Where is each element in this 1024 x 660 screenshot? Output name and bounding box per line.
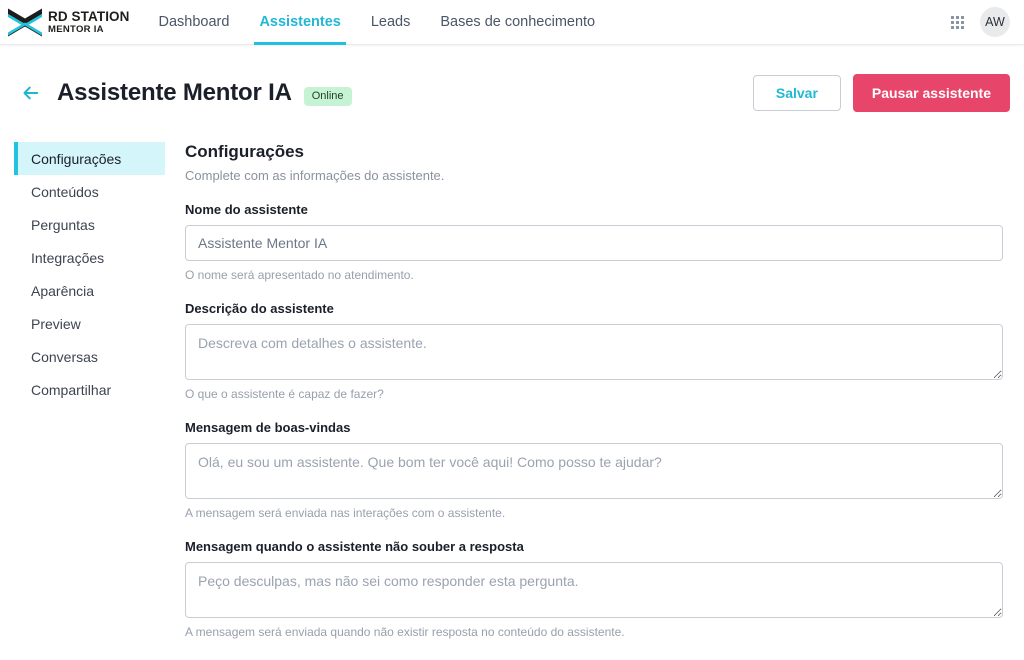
- field-label: Nome do assistente: [185, 202, 308, 217]
- section-subheading: Complete com as informações do assistent…: [185, 168, 445, 183]
- sidebar-item-configuracoes[interactable]: Configurações: [14, 142, 165, 175]
- field-mensagem-de-boas-vindas: Mensagem de boas-vindas A mensagem será …: [185, 420, 1003, 520]
- sidebar-item-label: Perguntas: [31, 216, 95, 233]
- nav-link-assistentes[interactable]: Assistentes: [244, 0, 355, 45]
- fallback-message-textarea[interactable]: [185, 562, 1003, 618]
- sidebar-item-label: Aparência: [31, 282, 95, 299]
- brand-logo[interactable]: RD STATION MENTOR IA: [0, 0, 144, 45]
- sidebar-item-preview[interactable]: Preview: [14, 307, 165, 340]
- field-label: Descrição do assistente: [185, 301, 334, 316]
- sidebar-item-compartilhar[interactable]: Compartilhar: [14, 373, 165, 406]
- page-header-actions: Salvar Pausar assistente: [752, 73, 1010, 112]
- nav-link-leads[interactable]: Leads: [356, 0, 426, 45]
- sidebar-item-perguntas[interactable]: Perguntas: [14, 208, 165, 241]
- sidebar-item-label: Conversas: [31, 348, 98, 365]
- arrow-left-icon: [23, 86, 39, 99]
- save-button[interactable]: Salvar: [752, 74, 841, 111]
- field-label: Mensagem quando o assistente não souber …: [185, 539, 524, 554]
- sidebar-item-label: Preview: [31, 315, 81, 332]
- nav-right-actions: AW: [951, 7, 1024, 37]
- sidebar-item-conteudos[interactable]: Conteúdos: [14, 175, 165, 208]
- brand-line-1: RD STATION: [48, 8, 130, 24]
- nav-link-bases-de-conhecimento[interactable]: Bases de conhecimento: [425, 0, 610, 45]
- sidebar-item-aparencia[interactable]: Aparência: [14, 274, 165, 307]
- field-hint: O que o assistente é capaz de fazer?: [185, 387, 384, 401]
- settings-sidebar: Configurações Conteúdos Perguntas Integr…: [0, 142, 165, 639]
- field-mensagem-sem-resposta: Mensagem quando o assistente não souber …: [185, 539, 1003, 639]
- page-title: Assistente Mentor IA: [57, 78, 292, 106]
- welcome-message-textarea[interactable]: [185, 443, 1003, 499]
- page-header: Assistente Mentor IA Online Salvar Pausa…: [0, 60, 1024, 125]
- field-label: Mensagem de boas-vindas: [185, 420, 351, 435]
- sidebar-item-conversas[interactable]: Conversas: [14, 340, 165, 373]
- brand-line-2: MENTOR IA: [48, 24, 104, 35]
- field-hint: O nome será apresentado no atendimento.: [185, 268, 414, 282]
- field-hint: A mensagem será enviada nas interações c…: [185, 506, 506, 520]
- rd-chevrons-logo-icon: [8, 8, 42, 37]
- field-hint: A mensagem será enviada quando não exist…: [185, 625, 625, 639]
- user-avatar[interactable]: AW: [980, 7, 1010, 37]
- field-descricao-do-assistente: Descrição do assistente O que o assisten…: [185, 301, 1003, 401]
- field-nome-do-assistente: Nome do assistente O nome será apresenta…: [185, 202, 1003, 282]
- top-navigation-bar: RD STATION MENTOR IA Dashboard Assistent…: [0, 0, 1024, 45]
- sidebar-item-label: Configurações: [31, 150, 122, 167]
- assistant-description-textarea[interactable]: [185, 324, 1003, 380]
- brand-wordmark: RD STATION MENTOR IA: [48, 8, 130, 35]
- app-grid-icon[interactable]: [951, 15, 964, 29]
- status-badge: Online: [303, 87, 352, 106]
- page-body: Configurações Conteúdos Perguntas Integr…: [0, 125, 1024, 639]
- back-button[interactable]: [18, 80, 44, 106]
- sidebar-item-label: Compartilhar: [31, 381, 112, 398]
- sidebar-item-label: Conteúdos: [31, 183, 99, 200]
- section-heading: Configurações: [185, 142, 305, 161]
- sidebar-item-label: Integrações: [31, 249, 105, 266]
- primary-nav-links: Dashboard Assistentes Leads Bases de con…: [144, 0, 611, 45]
- sidebar-item-integracoes[interactable]: Integrações: [14, 241, 165, 274]
- pause-assistant-button[interactable]: Pausar assistente: [852, 73, 1010, 112]
- nav-link-dashboard[interactable]: Dashboard: [144, 0, 245, 45]
- assistant-name-input[interactable]: [185, 225, 1003, 261]
- settings-panel: Configurações Complete com as informaçõe…: [165, 142, 1024, 639]
